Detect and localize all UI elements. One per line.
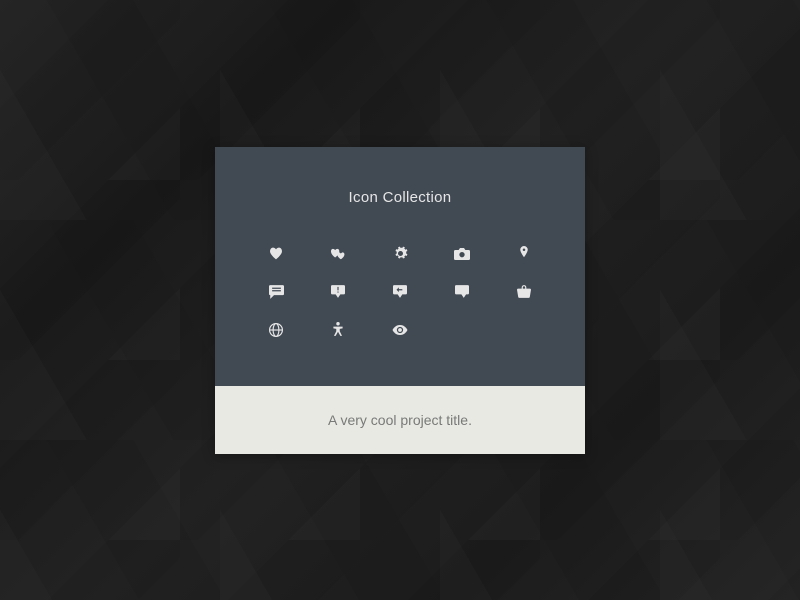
hearts-icon [330, 246, 346, 262]
project-title: A very cool project title. [235, 412, 565, 428]
heart-icon [268, 246, 284, 262]
globe-icon [268, 322, 284, 338]
card-title: Icon Collection [245, 189, 555, 206]
empty-cell [516, 322, 532, 338]
chat-reply-icon [392, 284, 408, 300]
chat-lines-icon [268, 284, 284, 300]
accessibility-icon [330, 322, 346, 338]
pin-icon [516, 246, 532, 262]
icon-grid [245, 246, 555, 338]
card-body: Icon Collection [215, 147, 585, 386]
basket-icon [516, 284, 532, 300]
eye-icon [392, 322, 408, 338]
camera-icon [454, 246, 470, 262]
card-footer: A very cool project title. [215, 386, 585, 454]
icon-collection-card: Icon Collection [215, 147, 585, 454]
gear-icon [392, 246, 408, 262]
chat-alert-icon [330, 284, 346, 300]
comment-icon [454, 284, 470, 300]
empty-cell [454, 322, 470, 338]
